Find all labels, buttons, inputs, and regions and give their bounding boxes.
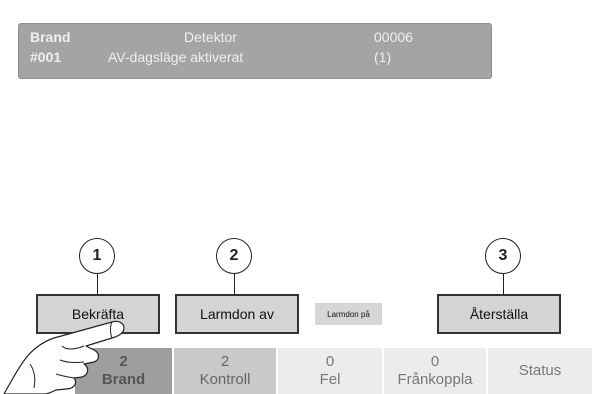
alarm-message: AV-dagsläge aktiverat bbox=[108, 49, 244, 65]
callout-3: 3 bbox=[485, 238, 521, 274]
resound-sounders-button[interactable]: Larmdon på bbox=[315, 303, 382, 325]
callout-1-line bbox=[97, 273, 98, 295]
hand-pointer-icon bbox=[3, 320, 125, 394]
alarm-number: #001 bbox=[30, 49, 62, 65]
alarm-code: 00006 bbox=[374, 29, 413, 45]
callout-2-line bbox=[234, 273, 235, 295]
tab-status-label: Status bbox=[518, 362, 562, 379]
reset-button[interactable]: Återställa bbox=[437, 294, 561, 334]
tab-disablement[interactable]: 0 Frånkoppla bbox=[384, 348, 486, 394]
callout-3-line bbox=[503, 273, 504, 295]
tab-fault-count: 0 bbox=[325, 353, 335, 370]
tab-control[interactable]: 2 Kontroll bbox=[174, 348, 276, 394]
callout-2: 2 bbox=[216, 238, 252, 274]
callout-1: 1 bbox=[79, 238, 115, 274]
alarm-source: Detektor bbox=[184, 29, 237, 45]
alarm-type: Brand bbox=[30, 29, 71, 45]
tab-status[interactable]: Status bbox=[488, 348, 592, 394]
silence-sounders-button[interactable]: Larmdon av bbox=[175, 294, 299, 334]
tab-fault-label: Fel bbox=[319, 371, 341, 388]
alarm-count: (1) bbox=[374, 49, 392, 65]
tab-disablement-label: Frånkoppla bbox=[397, 371, 473, 388]
alarm-message-panel[interactable]: Brand Detektor 00006 #001 AV-dagsläge ak… bbox=[18, 23, 492, 79]
tab-control-label: Kontroll bbox=[199, 371, 251, 388]
tab-disablement-count: 0 bbox=[430, 353, 440, 370]
tab-fault[interactable]: 0 Fel bbox=[278, 348, 382, 394]
tab-control-count: 2 bbox=[220, 353, 230, 370]
